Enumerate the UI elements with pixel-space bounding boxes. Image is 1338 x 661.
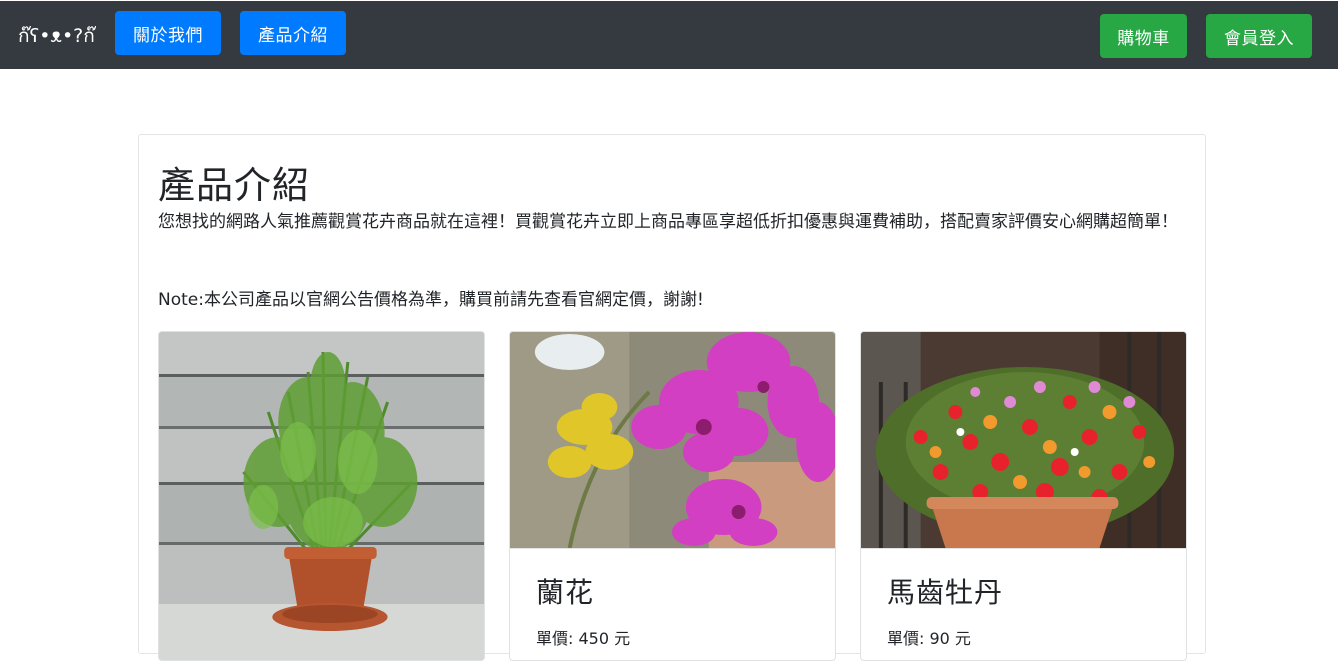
product-name: 馬齒牡丹 bbox=[887, 576, 1004, 609]
member-login-button[interactable]: 會員登入 bbox=[1206, 14, 1312, 58]
product-card[interactable] bbox=[158, 331, 485, 661]
product-card-body: 蘭花 單價: 450 元 bbox=[510, 548, 835, 660]
rosemary-potted-plant-photo[interactable] bbox=[159, 332, 484, 660]
about-us-button[interactable]: 關於我們 bbox=[115, 11, 221, 55]
pink-orchid-flowers-photo[interactable] bbox=[510, 332, 835, 548]
product-card[interactable]: 蘭花 單價: 450 元 bbox=[509, 331, 836, 661]
price-note: Note:本公司產品以官網公告價格為準，購買前請先查看官網定價，謝謝! bbox=[158, 290, 704, 310]
top-navbar: ก๊ʕ•ᴥ•?ก๊ 關於我們 產品介紹 購物車 會員登入 bbox=[0, 0, 1338, 69]
intro-text: 您想找的網路人氣推薦觀賞花卉商品就在這裡！買觀賞花卉立即上商品專區享超低折扣優惠… bbox=[158, 212, 1178, 232]
product-name: 蘭花 bbox=[536, 576, 595, 609]
products-panel: 產品介紹 您想找的網路人氣推薦觀賞花卉商品就在這裡！買觀賞花卉立即上商品專區享超… bbox=[138, 134, 1206, 661]
portulaca-flower-pot-photo[interactable] bbox=[861, 332, 1186, 548]
products-button[interactable]: 產品介紹 bbox=[240, 11, 346, 55]
cart-button[interactable]: 購物車 bbox=[1100, 14, 1187, 58]
product-card-body: 馬齒牡丹 單價: 90 元 bbox=[861, 548, 1186, 660]
cat-face-logo-icon[interactable]: ก๊ʕ•ᴥ•?ก๊ bbox=[18, 21, 97, 49]
page-title: 產品介紹 bbox=[158, 164, 310, 207]
product-card[interactable]: 馬齒牡丹 單價: 90 元 bbox=[860, 331, 1187, 661]
svg-text:ก๊ʕ•ᴥ•?ก๊: ก๊ʕ•ᴥ•?ก๊ bbox=[18, 25, 96, 47]
